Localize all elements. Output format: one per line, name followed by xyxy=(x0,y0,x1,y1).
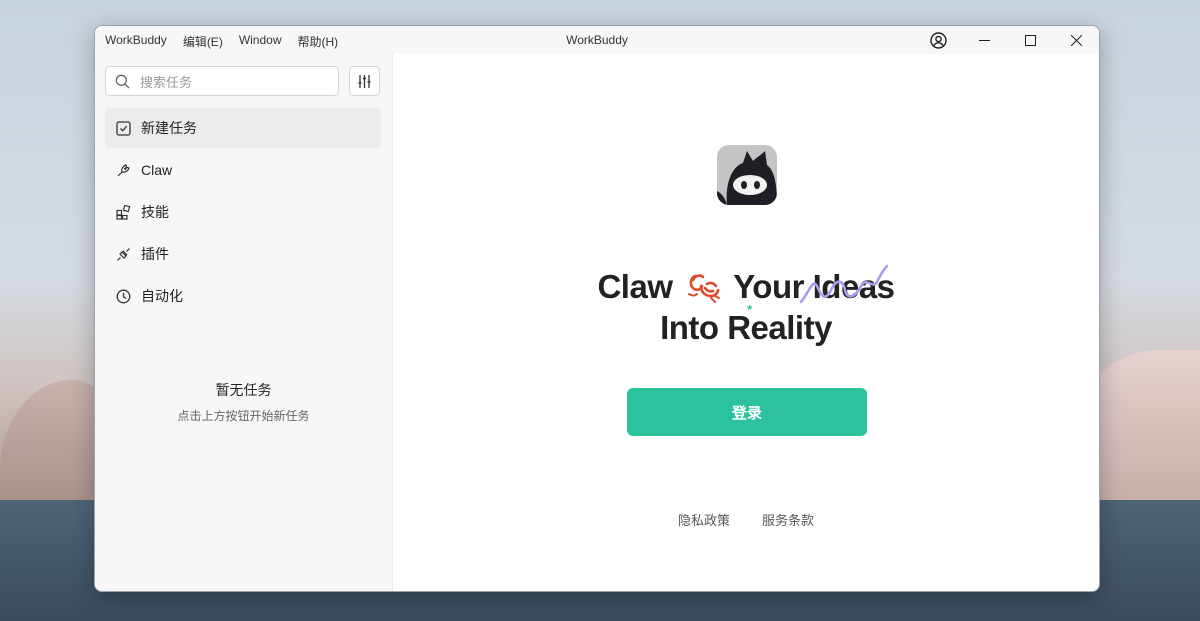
sidebar-item-label: 技能 xyxy=(141,204,169,220)
plugin-icon xyxy=(115,246,131,262)
headline-claw: Claw xyxy=(597,268,673,305)
search-icon xyxy=(115,74,130,89)
app-window: WorkBuddy 编辑(E) Window 帮助(H) WorkBuddy 搜… xyxy=(94,25,1100,592)
maximize-icon xyxy=(1024,34,1036,46)
account-button[interactable] xyxy=(915,26,961,54)
lobster-icon xyxy=(688,274,721,303)
sidebar-item-new-task[interactable]: 新建任务 xyxy=(105,108,381,148)
search-input[interactable] xyxy=(138,72,332,92)
new-task-icon xyxy=(115,120,131,136)
search-box[interactable] xyxy=(105,66,339,96)
empty-state-subtitle: 点击上方按钮开始新任务 xyxy=(177,409,310,423)
sidebar-item-label: 自动化 xyxy=(141,288,183,304)
sidebar: 新建任务 Claw 技能 插件 xyxy=(95,54,393,591)
squiggle-decoration xyxy=(799,264,889,304)
user-circle-icon xyxy=(929,31,947,49)
footer-links: 隐私政策 服务条款 xyxy=(393,510,1099,529)
cat-mascot-icon xyxy=(717,151,777,205)
login-button[interactable]: 登录 xyxy=(627,388,867,436)
terms-of-service-link[interactable]: 服务条款 xyxy=(762,510,814,529)
sidebar-item-plugins[interactable]: 插件 xyxy=(105,234,381,274)
sidebar-item-automation[interactable]: 自动化 xyxy=(105,276,381,316)
title-bar: WorkBuddy 编辑(E) Window 帮助(H) WorkBuddy xyxy=(95,26,1099,54)
skills-icon xyxy=(115,204,131,220)
sidebar-item-label: 新建任务 xyxy=(141,120,197,136)
empty-state-title: 暂无任务 xyxy=(215,382,272,398)
sidebar-item-claw[interactable]: Claw xyxy=(105,150,381,190)
main-panel: Claw Your Ideas * Into Reality 登录 隐私政策 服… xyxy=(393,54,1099,591)
claw-icon xyxy=(115,162,131,178)
sidebar-item-skills[interactable]: 技能 xyxy=(105,192,381,232)
sidebar-nav: 新建任务 Claw 技能 插件 自动化 xyxy=(105,108,381,318)
minimize-icon xyxy=(978,39,990,41)
minimize-button[interactable] xyxy=(961,26,1007,54)
clock-icon xyxy=(115,288,131,304)
headline-line-1: Claw Your Ideas xyxy=(393,268,1099,306)
sliders-icon xyxy=(358,74,371,88)
privacy-policy-link[interactable]: 隐私政策 xyxy=(678,510,730,529)
app-logo xyxy=(717,145,777,205)
maximize-button[interactable] xyxy=(1007,26,1053,54)
sidebar-item-label: 插件 xyxy=(141,246,169,262)
sidebar-item-label: Claw xyxy=(141,162,173,178)
close-icon xyxy=(1070,34,1082,46)
close-button[interactable] xyxy=(1053,26,1099,54)
filter-button[interactable] xyxy=(349,66,380,96)
window-controls xyxy=(915,26,1099,54)
headline-line-2: Into Reality xyxy=(660,309,832,346)
